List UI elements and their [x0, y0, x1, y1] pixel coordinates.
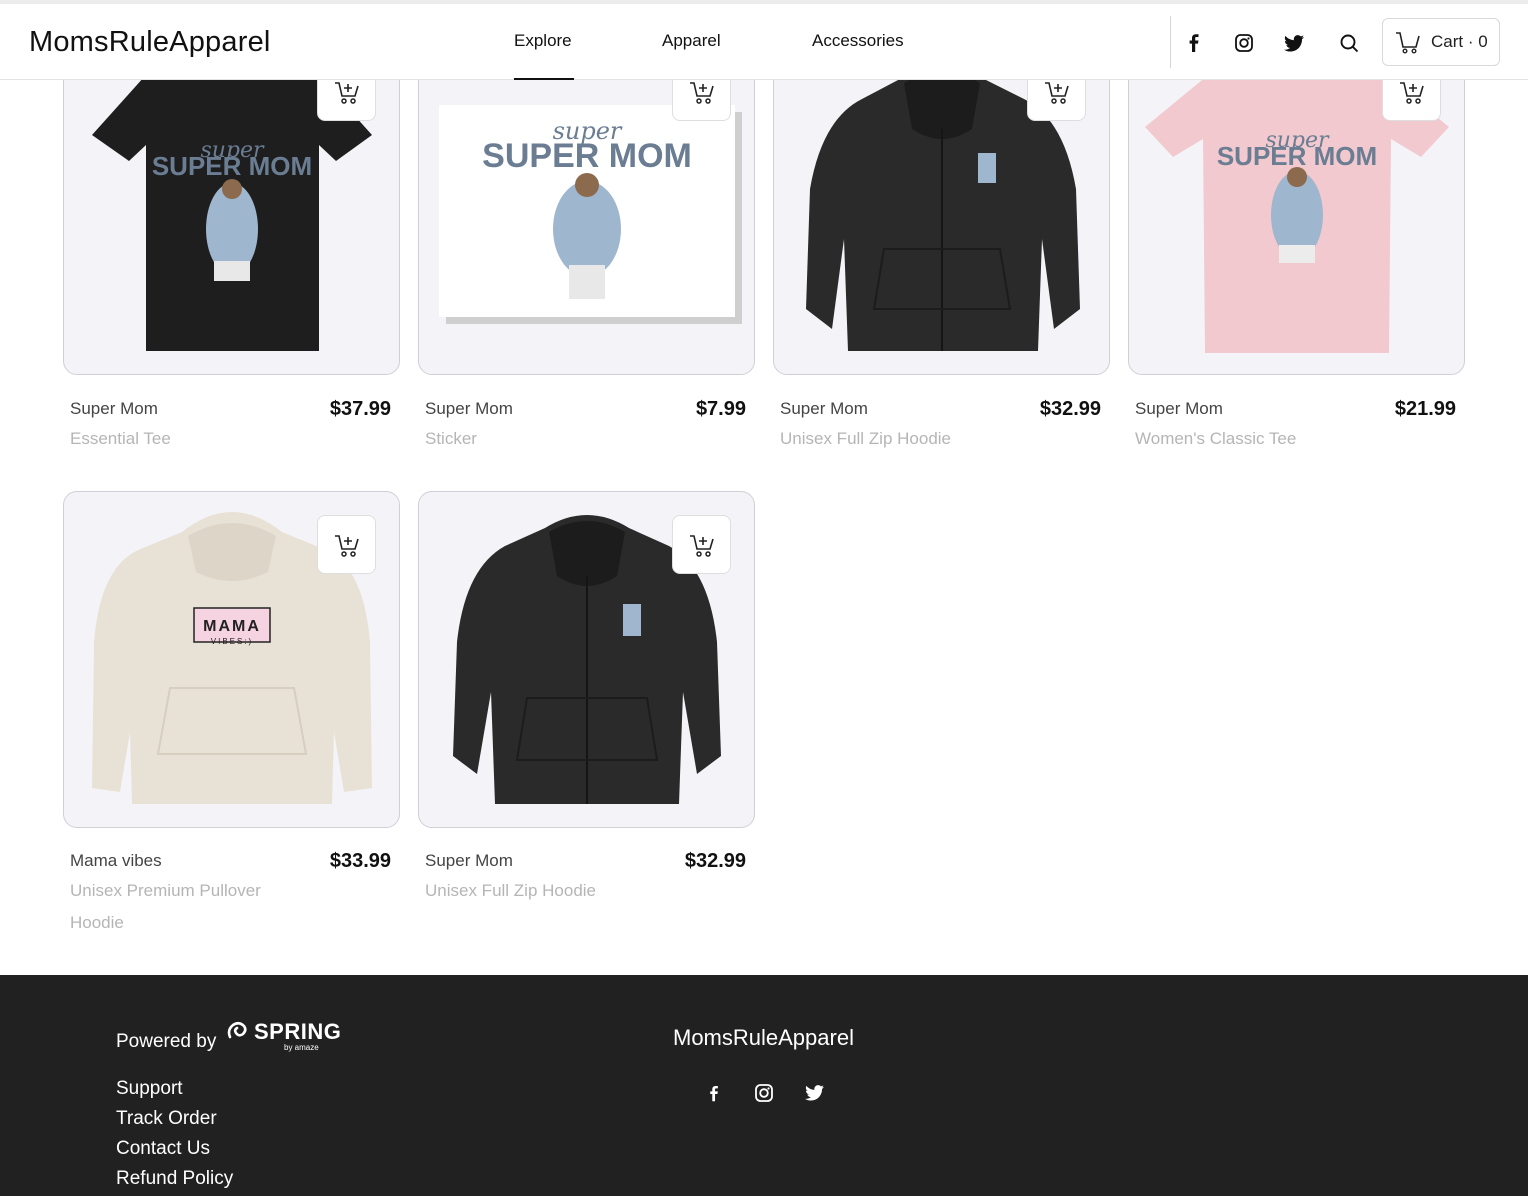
- product-type: Women's Classic Tee: [1135, 429, 1297, 448]
- add-cart-icon: [334, 534, 359, 557]
- facebook-icon[interactable]: [703, 1082, 725, 1104]
- add-cart-icon: [1044, 81, 1069, 104]
- footer-link-contact-us[interactable]: Contact Us: [116, 1138, 210, 1160]
- add-cart-icon: [689, 534, 714, 557]
- site-footer: Powered by SPRING by amaze Support Track…: [0, 975, 1528, 1196]
- instagram-icon[interactable]: [1233, 32, 1255, 54]
- svg-text:MAMA: MAMA: [203, 618, 261, 635]
- header-divider: [1170, 16, 1171, 68]
- powered-by-label: Powered by: [116, 1031, 217, 1052]
- footer-brand: MomsRuleApparel: [673, 1025, 854, 1050]
- product-type: Sticker: [425, 429, 477, 448]
- footer-link-refund-policy[interactable]: Refund Policy: [116, 1168, 233, 1190]
- footer-link-track-order[interactable]: Track Order: [116, 1108, 217, 1130]
- product-name[interactable]: Mama vibes: [70, 851, 162, 871]
- product-name[interactable]: Super Mom: [1135, 399, 1223, 419]
- site-header: MomsRuleApparel Explore Apparel Accessor…: [0, 4, 1528, 80]
- search-icon[interactable]: [1338, 32, 1360, 54]
- twitter-icon[interactable]: [803, 1082, 825, 1104]
- product-type-line2: Hoodie: [70, 913, 124, 932]
- product-name[interactable]: Super Mom: [425, 399, 513, 419]
- svg-text:VIBES:): VIBES:): [211, 637, 253, 646]
- product-type: Unisex Full Zip Hoodie: [425, 881, 597, 900]
- product-price: $32.99: [1039, 398, 1101, 420]
- product-price: $33.99: [329, 850, 391, 872]
- product-price: $32.99: [684, 850, 746, 872]
- product-name[interactable]: Super Mom: [780, 399, 868, 419]
- product-name[interactable]: Super Mom: [425, 851, 513, 871]
- product-type: Unisex Full Zip Hoodie: [780, 429, 952, 448]
- site-logo[interactable]: MomsRuleApparel: [29, 26, 271, 59]
- cart-button[interactable]: Cart · 0: [1382, 18, 1500, 66]
- instagram-icon[interactable]: [753, 1082, 775, 1104]
- spring-logo[interactable]: SPRING: [226, 1019, 341, 1045]
- nav-active-indicator: [514, 78, 574, 80]
- add-to-cart-button[interactable]: [672, 515, 731, 574]
- facebook-icon[interactable]: [1183, 32, 1205, 54]
- top-strip: [0, 0, 1528, 4]
- product-type-line1: Unisex Premium Pullover: [70, 881, 261, 900]
- cart-icon: [1396, 32, 1420, 54]
- twitter-icon[interactable]: [1283, 32, 1305, 54]
- spring-logo-text: SPRING: [254, 1019, 342, 1044]
- product-price: $37.99: [329, 398, 391, 420]
- add-to-cart-button[interactable]: [317, 515, 376, 574]
- svg-text:SUPER MOM: SUPER MOM: [1217, 141, 1377, 171]
- spring-by-amaze: by amaze: [284, 1043, 319, 1052]
- nav-explore[interactable]: Explore: [514, 31, 572, 51]
- product-name[interactable]: Super Mom: [70, 399, 158, 419]
- footer-link-support[interactable]: Support: [116, 1078, 183, 1100]
- svg-text:SUPER MOM: SUPER MOM: [482, 137, 692, 175]
- nav-accessories[interactable]: Accessories: [812, 31, 904, 51]
- svg-text:SUPER MOM: SUPER MOM: [152, 151, 312, 181]
- cart-label: Cart · 0: [1431, 32, 1488, 51]
- add-cart-icon: [689, 81, 714, 104]
- add-cart-icon: [334, 81, 359, 104]
- product-type: Essential Tee: [70, 429, 171, 448]
- product-price: $21.99: [1394, 398, 1456, 420]
- product-price: $7.99: [695, 398, 746, 420]
- add-cart-icon: [1399, 81, 1424, 104]
- spring-logo-icon: [227, 1021, 247, 1039]
- nav-apparel[interactable]: Apparel: [662, 31, 721, 51]
